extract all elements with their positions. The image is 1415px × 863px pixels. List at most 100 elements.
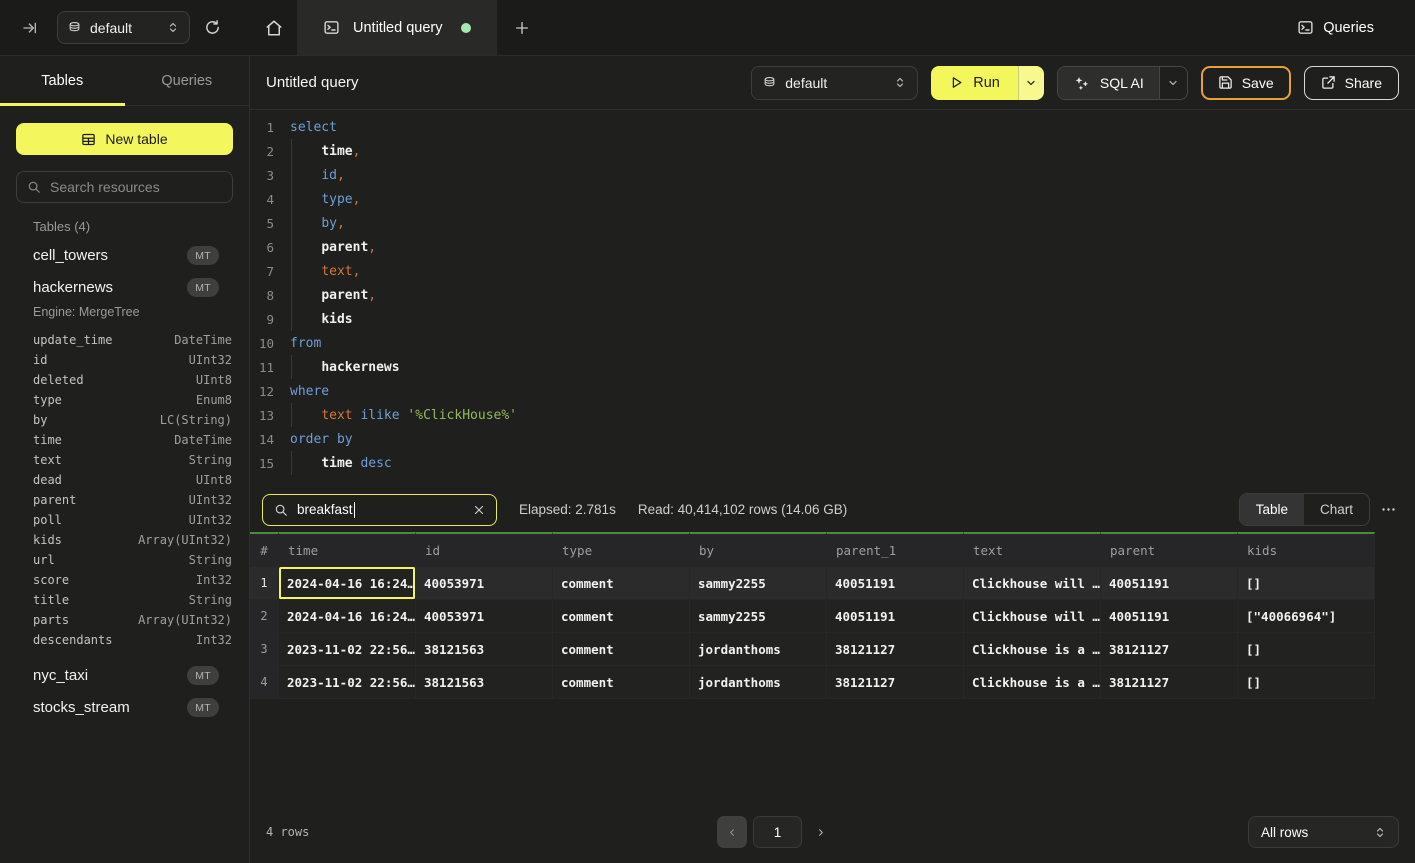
share-label: Share xyxy=(1345,75,1382,91)
queries-label: Queries xyxy=(1323,20,1374,36)
table-cell[interactable]: [] xyxy=(1238,633,1375,666)
row-index[interactable]: 1 xyxy=(250,567,279,600)
table-cell[interactable]: 38121127 xyxy=(1101,666,1238,699)
queries-button[interactable]: Queries xyxy=(1297,0,1415,55)
column-header[interactable]: parent_1 xyxy=(827,532,964,567)
column-header[interactable]: id xyxy=(416,532,553,567)
table-cell[interactable]: 40053971 xyxy=(416,600,553,633)
sql-ai-button[interactable]: SQL AI xyxy=(1058,67,1159,99)
sidebar-tab-queries[interactable]: Queries xyxy=(125,56,250,105)
table-cell[interactable]: sammy2255 xyxy=(690,600,827,633)
sidebar-table-stocks_stream[interactable]: stocks_stream MT xyxy=(0,691,249,723)
row-index[interactable]: 3 xyxy=(250,633,279,666)
chevron-updown-icon xyxy=(167,21,179,34)
table-cell[interactable]: comment xyxy=(553,600,690,633)
table-cell[interactable]: 40051191 xyxy=(1101,567,1238,600)
column-type: String xyxy=(189,553,232,567)
sidebar-search-input[interactable]: Search resources xyxy=(16,171,233,203)
previous-page-button[interactable] xyxy=(717,816,747,848)
sidebar-tab-tables[interactable]: Tables xyxy=(0,56,125,105)
table-cell[interactable]: Clickhouse will … xyxy=(964,600,1101,633)
table-cell[interactable]: Clickhouse is a … xyxy=(964,666,1101,699)
column-row: update_timeDateTime xyxy=(0,330,249,350)
table-cell[interactable]: [] xyxy=(1238,567,1375,600)
home-button[interactable] xyxy=(250,0,297,55)
table-cell[interactable]: Clickhouse is a … xyxy=(964,633,1101,666)
table-cell[interactable]: ["40066964"] xyxy=(1238,600,1375,633)
sidebar-table-nyc_taxi[interactable]: nyc_taxi MT xyxy=(0,659,249,691)
column-header[interactable]: type xyxy=(553,532,690,567)
table-cell[interactable]: jordanthoms xyxy=(690,666,827,699)
results-search-input[interactable]: breakfast xyxy=(262,494,497,526)
editor-line: 10from xyxy=(250,331,1415,355)
column-type: DateTime xyxy=(174,333,232,347)
collapse-sidebar-icon[interactable] xyxy=(22,20,38,36)
table-cell[interactable]: 2024-04-16 16:24… xyxy=(279,567,416,600)
run-options-button[interactable] xyxy=(1018,66,1044,100)
column-row: descendantsInt32 xyxy=(0,630,249,650)
column-name: type xyxy=(33,393,62,407)
table-cell[interactable]: 2023-11-02 22:56… xyxy=(279,633,416,666)
table-cell[interactable]: 38121127 xyxy=(827,666,964,699)
page-size-selector[interactable]: All rows xyxy=(1248,816,1399,848)
sidebar-table-cell_towers[interactable]: cell_towers MT xyxy=(0,239,249,271)
current-page[interactable]: 1 xyxy=(753,816,802,848)
column-header[interactable]: text xyxy=(964,532,1101,567)
sql-editor[interactable]: 1select2 time,3 id,4 type,5 by,6 parent,… xyxy=(250,110,1415,487)
tab-title: Untitled query xyxy=(353,20,442,36)
view-toggle-table[interactable]: Table xyxy=(1240,494,1304,525)
table-cell[interactable]: 38121563 xyxy=(416,666,553,699)
column-header[interactable]: by xyxy=(690,532,827,567)
tab-untitled-query[interactable]: Untitled query xyxy=(297,0,497,55)
table-cell[interactable]: sammy2255 xyxy=(690,567,827,600)
column-name: time xyxy=(33,433,62,447)
table-cell[interactable]: 40053971 xyxy=(416,567,553,600)
table-cell[interactable]: 40051191 xyxy=(1101,600,1238,633)
sidebar-table-hackernews[interactable]: hackernews MT xyxy=(0,271,249,303)
table-cell[interactable]: 38121127 xyxy=(827,633,964,666)
column-header[interactable]: # xyxy=(250,532,279,567)
query-database-selector[interactable]: default xyxy=(751,66,918,100)
share-button[interactable]: Share xyxy=(1304,66,1399,100)
table-cell[interactable]: 38121563 xyxy=(416,633,553,666)
new-table-button[interactable]: New table xyxy=(16,123,233,155)
clear-search-icon[interactable] xyxy=(473,504,485,516)
table-cell[interactable]: [] xyxy=(1238,666,1375,699)
row-index[interactable]: 2 xyxy=(250,600,279,633)
database-icon xyxy=(763,76,776,90)
column-type: Array(UInt32) xyxy=(138,613,232,627)
editor-line: 5 by, xyxy=(250,211,1415,235)
view-toggle-chart[interactable]: Chart xyxy=(1304,494,1369,525)
column-header[interactable]: time xyxy=(279,532,416,567)
run-button[interactable]: Run xyxy=(931,66,1018,100)
table-name: cell_towers xyxy=(33,247,108,264)
refresh-icon[interactable] xyxy=(204,19,221,36)
table-cell[interactable]: comment xyxy=(553,633,690,666)
new-tab-button[interactable] xyxy=(497,0,547,55)
table-cell[interactable]: comment xyxy=(553,567,690,600)
column-type: String xyxy=(189,593,232,607)
save-button[interactable]: Save xyxy=(1201,66,1291,100)
next-page-button[interactable] xyxy=(815,827,826,838)
table-cell[interactable]: Clickhouse will … xyxy=(964,567,1101,600)
table-cell[interactable]: 40051191 xyxy=(827,567,964,600)
row-index[interactable]: 4 xyxy=(250,666,279,699)
results-menu-icon[interactable] xyxy=(1378,501,1403,518)
column-type: DateTime xyxy=(174,433,232,447)
code-text: from xyxy=(290,336,321,351)
line-number: 14 xyxy=(250,432,274,447)
table-cell[interactable]: jordanthoms xyxy=(690,633,827,666)
indent-guide xyxy=(291,283,292,307)
search-icon xyxy=(274,503,288,517)
table-cell[interactable]: 40051191 xyxy=(827,600,964,633)
column-header[interactable]: kids xyxy=(1238,532,1375,567)
database-selector[interactable]: default xyxy=(57,11,190,44)
line-number: 13 xyxy=(250,408,274,423)
table-cell[interactable]: comment xyxy=(553,666,690,699)
sql-ai-options-button[interactable] xyxy=(1159,67,1187,99)
column-header[interactable]: parent xyxy=(1101,532,1238,567)
table-cell[interactable]: 2024-04-16 16:24… xyxy=(279,600,416,633)
column-name: title xyxy=(33,593,69,607)
table-cell[interactable]: 38121127 xyxy=(1101,633,1238,666)
table-cell[interactable]: 2023-11-02 22:56… xyxy=(279,666,416,699)
